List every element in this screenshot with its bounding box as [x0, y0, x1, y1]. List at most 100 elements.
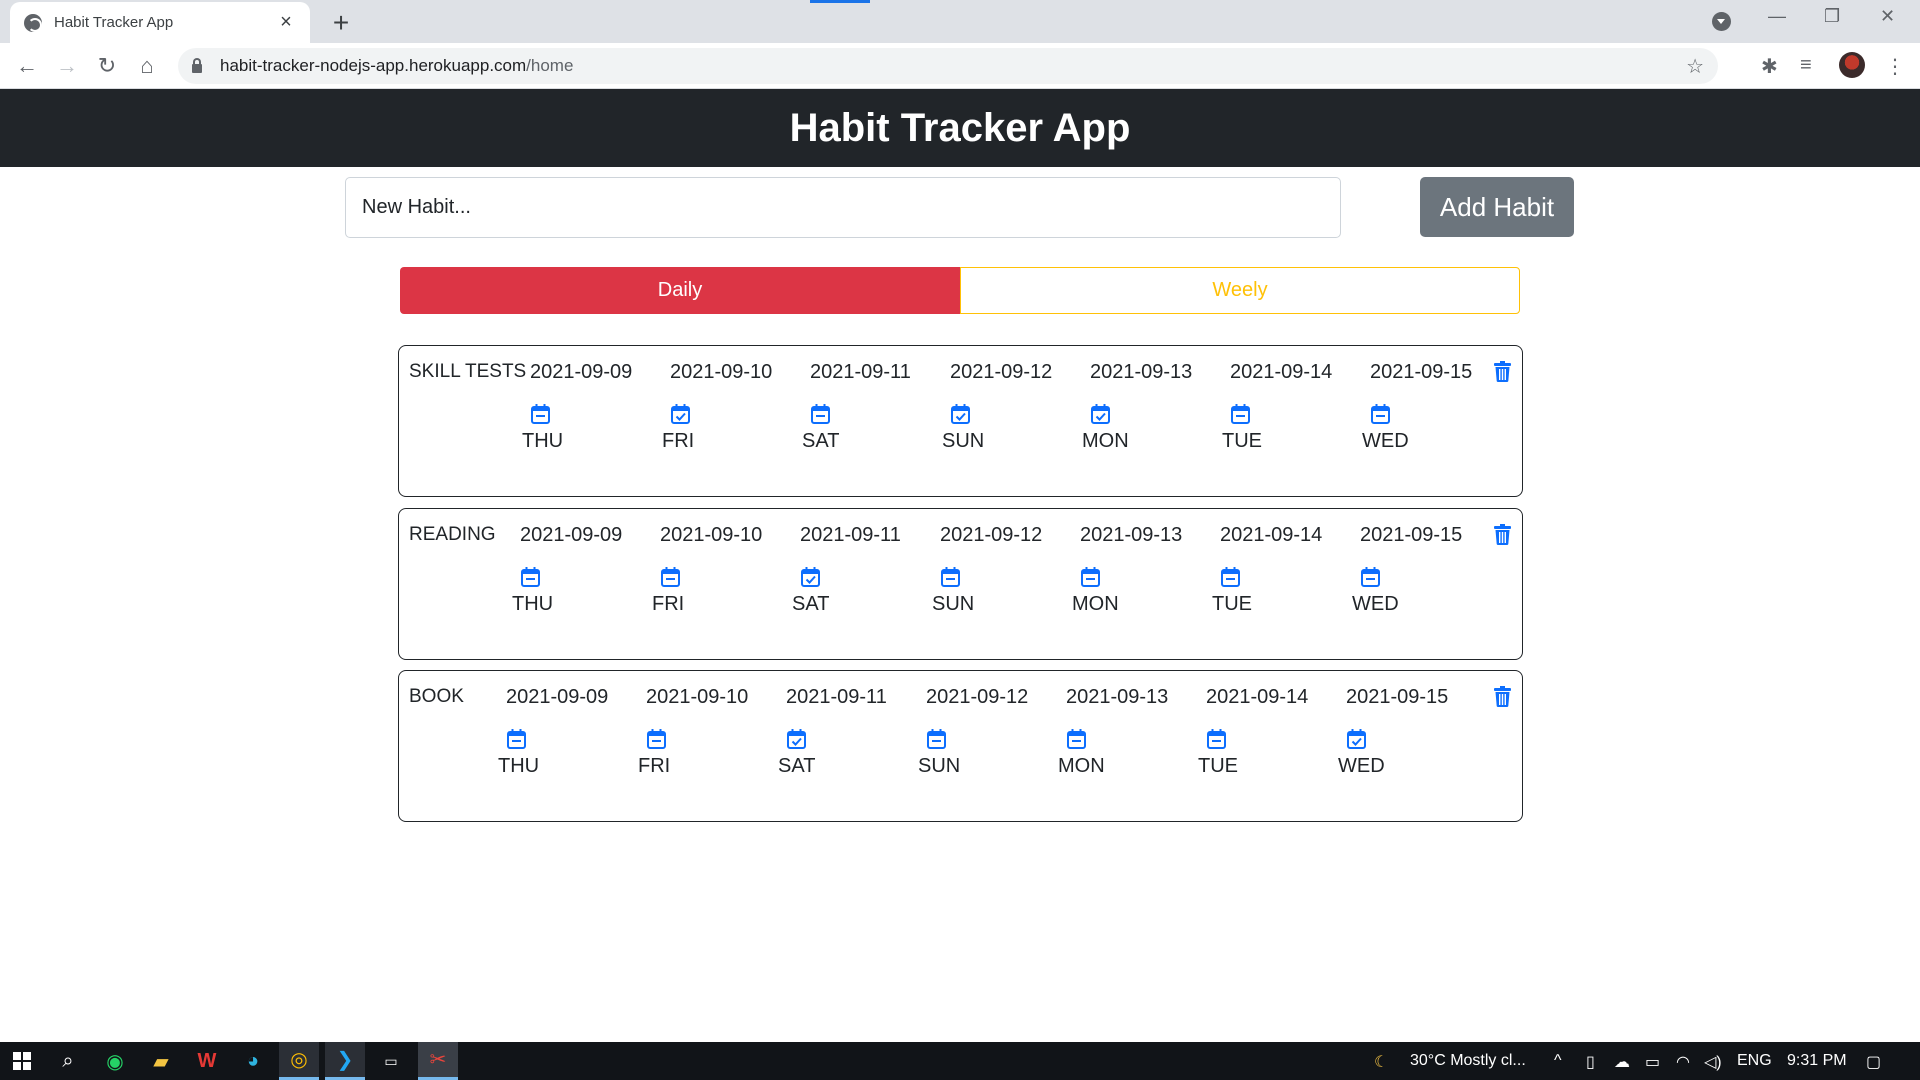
calendar-check-icon[interactable] — [1090, 404, 1110, 424]
calendar-minus-icon[interactable] — [520, 567, 540, 587]
calendar-check-icon[interactable] — [950, 404, 970, 424]
day-name: MON — [1082, 430, 1129, 452]
add-habit-button[interactable]: Add Habit — [1420, 177, 1574, 237]
calendar-minus-icon[interactable] — [1370, 404, 1390, 424]
day-column: 2021-09-11 SAT — [778, 686, 926, 778]
weekly-toggle-button[interactable]: Weely — [960, 267, 1520, 314]
day-name: THU — [512, 593, 554, 615]
back-arrow-icon[interactable]: ← — [11, 50, 43, 82]
battery-icon[interactable]: ▭ — [1645, 1052, 1660, 1072]
day-date: 2021-09-15 — [1346, 686, 1449, 708]
calendar-check-icon[interactable] — [1346, 729, 1366, 749]
trash-icon[interactable] — [1494, 524, 1511, 545]
edge-icon[interactable]: ◕ — [233, 1042, 273, 1080]
vscode-icon[interactable]: ❯ — [325, 1042, 365, 1080]
calendar-minus-icon[interactable] — [530, 404, 550, 424]
calendar-minus-icon[interactable] — [660, 567, 680, 587]
day-date: 2021-09-10 — [660, 524, 763, 546]
media-queue-icon[interactable]: ≡ — [1800, 54, 1812, 77]
windows-start-icon[interactable] — [2, 1042, 42, 1080]
new-habit-input[interactable] — [345, 177, 1341, 238]
home-icon[interactable]: ⌂ — [131, 50, 163, 82]
day-date: 2021-09-12 — [950, 361, 1053, 383]
calendar-minus-icon[interactable] — [1080, 567, 1100, 587]
volume-icon[interactable]: ◁) — [1704, 1052, 1722, 1072]
wifi-icon[interactable]: ◠ — [1676, 1052, 1690, 1072]
calendar-minus-icon[interactable] — [506, 729, 526, 749]
calendar-check-icon[interactable] — [786, 729, 806, 749]
forward-arrow-icon[interactable]: → — [51, 50, 83, 82]
weather-text[interactable]: 30°C Mostly cl... — [1410, 1052, 1526, 1070]
calendar-minus-icon[interactable] — [1360, 567, 1380, 587]
calendar-check-icon[interactable] — [670, 404, 690, 424]
onedrive-icon[interactable]: ☁ — [1614, 1052, 1630, 1072]
windows-taskbar: ⌕ ◉ ▰ W ◕ ◎ ❯ ▭ ✂ ☾ 30°C Mostly cl... ^ … — [0, 1042, 1920, 1080]
search-icon[interactable]: ⌕ — [48, 1042, 88, 1080]
lock-icon — [192, 57, 202, 73]
day-date: 2021-09-11 — [810, 361, 911, 383]
file-explorer-icon[interactable]: ▰ — [141, 1042, 181, 1080]
calendar-minus-icon[interactable] — [1230, 404, 1250, 424]
calendar-minus-icon[interactable] — [1220, 567, 1240, 587]
day-name: MON — [1072, 593, 1119, 615]
browser-tab[interactable]: Habit Tracker App × — [10, 2, 310, 43]
notification-icon[interactable]: ▢ — [1866, 1052, 1881, 1072]
profile-avatar[interactable] — [1839, 52, 1865, 78]
day-date: 2021-09-13 — [1066, 686, 1169, 708]
loading-indicator — [810, 0, 870, 3]
day-name: SUN — [932, 593, 975, 615]
day-name: THU — [498, 755, 540, 777]
day-date: 2021-09-12 — [926, 686, 1029, 708]
more-menu-icon[interactable]: ⋮ — [1885, 54, 1905, 79]
day-name: SAT — [792, 593, 830, 615]
address-bar[interactable]: habit-tracker-nodejs-app.herokuapp.com/h… — [178, 48, 1718, 84]
tab-strip: Habit Tracker App × + — ❐ ✕ — [0, 0, 1920, 43]
day-column: 2021-09-09 THU — [512, 524, 660, 616]
reload-icon[interactable]: ↻ — [91, 50, 123, 82]
terminal-icon[interactable]: ▭ — [371, 1042, 411, 1080]
weather-moon-icon[interactable]: ☾ — [1374, 1052, 1388, 1072]
new-tab-button[interactable]: + — [326, 7, 356, 39]
extensions-puzzle-icon[interactable]: ✱ — [1761, 54, 1778, 79]
restore-icon[interactable]: ❐ — [1824, 6, 1840, 27]
habit-name: SKILL TESTS — [409, 361, 527, 382]
day-date: 2021-09-14 — [1206, 686, 1309, 708]
tray-device-icon[interactable]: ▯ — [1586, 1052, 1595, 1072]
tab-search-icon[interactable] — [1712, 12, 1731, 31]
day-column: 2021-09-14 TUE — [1198, 686, 1346, 778]
chrome-icon[interactable]: ◎ — [279, 1042, 319, 1080]
wps-office-icon[interactable]: W — [187, 1042, 227, 1080]
calendar-minus-icon[interactable] — [1206, 729, 1226, 749]
tab-title: Habit Tracker App — [54, 14, 174, 31]
calendar-check-icon[interactable] — [800, 567, 820, 587]
bookmark-star-icon[interactable]: ☆ — [1686, 54, 1704, 79]
snipping-tool-icon[interactable]: ✂ — [418, 1042, 458, 1080]
language-indicator[interactable]: ENG — [1737, 1052, 1772, 1070]
clock[interactable]: 9:31 PM — [1787, 1052, 1847, 1070]
day-date: 2021-09-14 — [1230, 361, 1333, 383]
day-name: SUN — [942, 430, 985, 452]
calendar-minus-icon[interactable] — [926, 729, 946, 749]
window-close-icon[interactable]: ✕ — [1880, 6, 1895, 27]
calendar-minus-icon[interactable] — [646, 729, 666, 749]
day-name: THU — [522, 430, 564, 452]
close-tab-icon[interactable]: × — [276, 11, 296, 34]
day-column: 2021-09-13 MON — [1082, 361, 1230, 453]
day-name: TUE — [1212, 593, 1252, 615]
calendar-minus-icon[interactable] — [940, 567, 960, 587]
url-path: /home — [526, 56, 574, 75]
calendar-minus-icon[interactable] — [810, 404, 830, 424]
trash-icon[interactable] — [1494, 686, 1511, 707]
day-name: MON — [1058, 755, 1105, 777]
habit-card: SKILL TESTS 2021-09-09 THU 2021-09-10 FRI 202… — [398, 345, 1523, 497]
calendar-minus-icon[interactable] — [1066, 729, 1086, 749]
day-name: FRI — [652, 593, 685, 615]
day-column: 2021-09-09 THU — [522, 361, 670, 453]
trash-icon[interactable] — [1494, 361, 1511, 382]
day-column: 2021-09-14 TUE — [1212, 524, 1360, 616]
day-date: 2021-09-10 — [646, 686, 749, 708]
tray-chevron-icon[interactable]: ^ — [1554, 1052, 1562, 1070]
minimize-icon[interactable]: — — [1768, 6, 1786, 27]
daily-toggle-button[interactable]: Daily — [400, 267, 960, 314]
whatsapp-icon[interactable]: ◉ — [95, 1042, 135, 1080]
